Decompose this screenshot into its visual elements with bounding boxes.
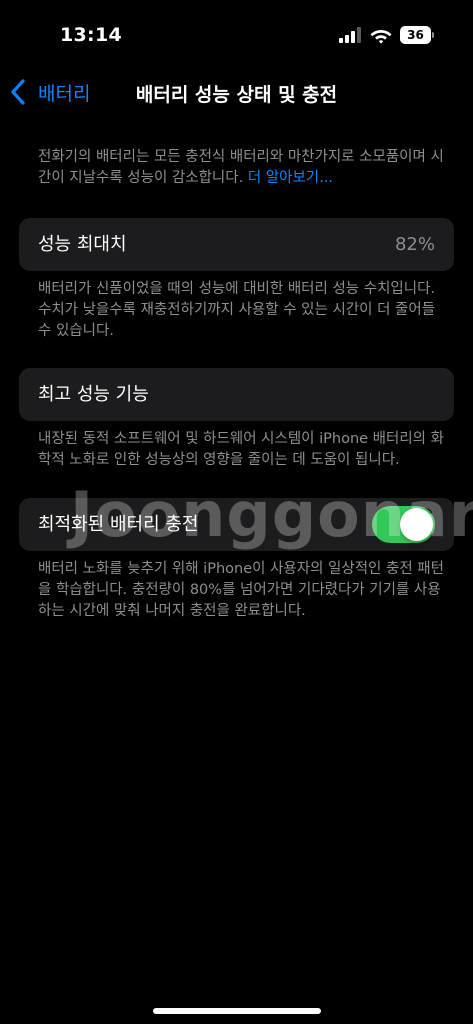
battery-cap — [432, 32, 434, 38]
optimized-charging-toggle[interactable] — [372, 506, 435, 543]
max-capacity-footer: 배터리가 신품이었을 때의 성능에 대비한 배터리 성능 수치입니다. 수치가 … — [38, 281, 436, 339]
optimized-charging-footer: 배터리 노화를 늦추기 위해 iPhone이 사용자의 일상적인 충전 패턴을 … — [38, 561, 444, 619]
battery-icon: 36 — [400, 26, 434, 44]
toggle-knob — [400, 508, 433, 541]
battery-level: 36 — [407, 28, 424, 42]
navigation-bar: 배터리 배터리 성능 상태 및 충전 — [0, 70, 473, 114]
learn-more-link[interactable]: 더 알아보기... — [248, 170, 333, 186]
optimized-charging-label: 최적화된 배터리 충전 — [38, 514, 199, 535]
cellular-signal-icon — [339, 27, 361, 43]
max-capacity-label: 성능 최대치 — [38, 234, 127, 255]
page-title: 배터리 성능 상태 및 충전 — [135, 84, 338, 106]
peak-performance-cell: 최고 성능 기능 — [19, 368, 454, 421]
status-time: 13:14 — [60, 24, 122, 46]
peak-performance-label: 최고 성능 기능 — [38, 384, 149, 405]
max-capacity-value: 82% — [394, 234, 435, 255]
max-capacity-cell: 성능 최대치 82% — [19, 218, 454, 271]
home-indicator[interactable] — [153, 1008, 321, 1014]
intro-text: 전화기의 배터리는 모든 충전식 배터리와 마찬가지로 소모품이며 시간이 지날… — [38, 147, 448, 189]
wifi-icon — [370, 30, 392, 44]
status-bar: 13:14 36 — [0, 0, 473, 60]
intro-body: 전화기의 배터리는 모든 충전식 배터리와 마찬가지로 소모품이며 시간이 지날… — [38, 149, 444, 186]
optimized-charging-cell: 최적화된 배터리 충전 — [19, 498, 454, 551]
peak-performance-footer: 내장된 동적 소프트웨어 및 하드웨어 시스템이 iPhone 배터리의 화학적… — [38, 431, 444, 468]
